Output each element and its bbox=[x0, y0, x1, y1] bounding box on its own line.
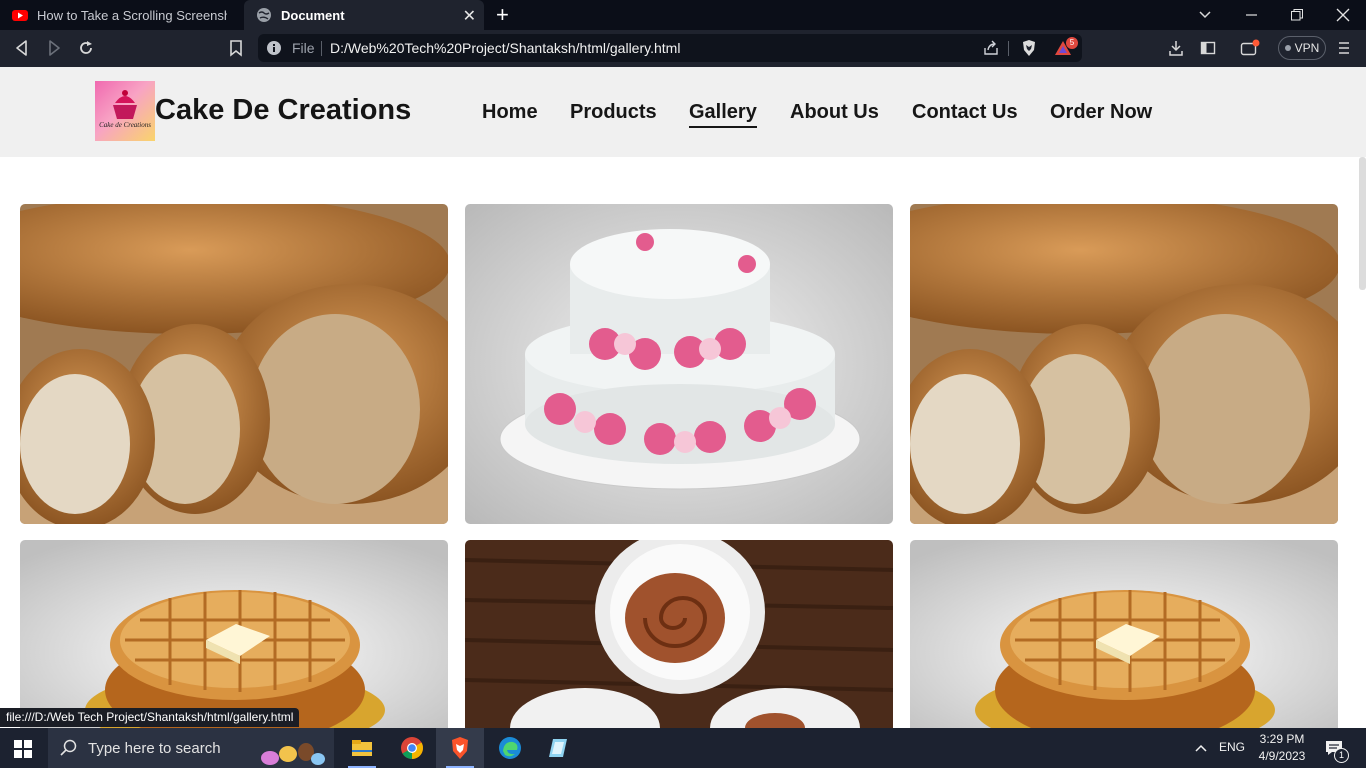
url-text[interactable]: D:/Web%20Tech%20Project/Shantaksh/html/g… bbox=[330, 40, 680, 56]
bread-photo bbox=[910, 204, 1338, 524]
new-tab-button[interactable]: + bbox=[496, 2, 509, 28]
show-hidden-icons-chevron-icon[interactable] bbox=[1195, 743, 1207, 753]
vpn-button[interactable]: VPN bbox=[1278, 36, 1326, 60]
vpn-status-dot bbox=[1284, 45, 1291, 51]
search-highlight-illustration-icon bbox=[261, 743, 325, 765]
gallery-image-bread[interactable] bbox=[910, 204, 1338, 524]
cupcake-logo[interactable]: Cake de Creations bbox=[95, 81, 155, 141]
sidebar-icon[interactable] bbox=[1200, 40, 1216, 56]
download-icon[interactable] bbox=[1168, 40, 1184, 56]
wallet-icon[interactable] bbox=[1240, 39, 1260, 57]
tab-title: How to Take a Scrolling Screenshot in bbox=[37, 7, 227, 23]
gallery-image-bread[interactable] bbox=[20, 204, 448, 524]
taskbar-edge[interactable] bbox=[486, 728, 534, 768]
nav-order-now[interactable]: Order Now bbox=[1050, 101, 1152, 124]
windows-start-icon[interactable] bbox=[14, 740, 32, 758]
gallery-image-waffles[interactable] bbox=[20, 540, 448, 728]
address-bar[interactable]: File D:/Web%20Tech%20Project/Shantaksh/h… bbox=[258, 34, 1082, 62]
brave-shields-icon[interactable] bbox=[1020, 39, 1038, 57]
tab-document[interactable]: Document ✕ bbox=[244, 0, 484, 30]
share-icon[interactable] bbox=[983, 40, 999, 56]
svg-text:Cake de Creations: Cake de Creations bbox=[99, 121, 151, 129]
cupcake-icon: Cake de Creations bbox=[99, 90, 151, 129]
waffles-photo bbox=[910, 540, 1338, 728]
browser-toolbar: File D:/Web%20Tech%20Project/Shantaksh/h… bbox=[0, 30, 1366, 67]
input-language[interactable]: ENG bbox=[1219, 740, 1245, 754]
forward-icon[interactable] bbox=[44, 38, 64, 58]
taskbar-chrome[interactable] bbox=[388, 728, 436, 768]
file-explorer-icon bbox=[352, 740, 372, 756]
youtube-icon bbox=[12, 10, 28, 21]
close-window-icon[interactable] bbox=[1336, 8, 1350, 22]
link-status-tooltip: file:///D:/Web Tech Project/Shantaksh/ht… bbox=[0, 708, 300, 727]
gallery-image-waffles[interactable] bbox=[910, 540, 1338, 728]
brand-name[interactable]: Cake De Creations bbox=[155, 94, 411, 127]
search-icon bbox=[60, 739, 77, 756]
bread-photo bbox=[20, 204, 448, 524]
nav-about-us[interactable]: About Us bbox=[790, 101, 879, 124]
scheme-label: File bbox=[292, 40, 315, 56]
gallery-image-rose-cake[interactable] bbox=[465, 204, 893, 524]
brave-icon bbox=[452, 737, 468, 759]
divider bbox=[1008, 41, 1009, 56]
clock-date: 4/9/2023 bbox=[1258, 749, 1306, 763]
rose-cake-photo bbox=[465, 204, 893, 524]
windows-taskbar: Type here to search ENG 3:29 PM 4/9/2023… bbox=[0, 728, 1366, 768]
nav-home[interactable]: Home bbox=[482, 101, 538, 124]
close-tab-icon[interactable]: ✕ bbox=[463, 6, 476, 26]
taskbar-clock[interactable]: 3:29 PM 4/9/2023 bbox=[1256, 731, 1308, 765]
nav-gallery[interactable]: Gallery bbox=[689, 101, 757, 128]
vpn-label: VPN bbox=[1294, 41, 1320, 55]
minimize-icon[interactable] bbox=[1245, 8, 1259, 22]
site-header: Cake de Creations Cake De Creations Home… bbox=[0, 67, 1366, 157]
nav-contact-us[interactable]: Contact Us bbox=[912, 101, 1018, 124]
cinnamon-rolls-photo bbox=[465, 540, 893, 728]
browser-tab-strip: How to Take a Scrolling Screenshot in Do… bbox=[0, 0, 1366, 30]
globe-icon bbox=[257, 8, 271, 22]
taskbar-file-explorer[interactable] bbox=[338, 728, 386, 768]
chrome-icon bbox=[401, 737, 423, 759]
divider bbox=[321, 41, 322, 56]
restore-icon[interactable] bbox=[1290, 8, 1304, 22]
notification-count-badge: 1 bbox=[1334, 748, 1349, 763]
taskbar-notepad[interactable] bbox=[534, 728, 582, 768]
search-placeholder: Type here to search bbox=[88, 740, 221, 757]
tab-title: Document bbox=[281, 7, 345, 23]
clock-time: 3:29 PM bbox=[1259, 732, 1305, 746]
tab-youtube[interactable]: How to Take a Scrolling Screenshot in bbox=[0, 0, 240, 30]
site-info-icon[interactable] bbox=[266, 40, 282, 56]
taskbar-search-box[interactable]: Type here to search bbox=[48, 728, 334, 768]
menu-icon[interactable] bbox=[1337, 41, 1351, 55]
edge-icon bbox=[499, 737, 521, 759]
tab-search-chevron-icon[interactable] bbox=[1198, 8, 1212, 22]
nav-products[interactable]: Products bbox=[570, 101, 657, 124]
bookmark-icon[interactable] bbox=[226, 38, 246, 58]
reload-icon[interactable] bbox=[76, 38, 96, 58]
notepad-icon bbox=[549, 739, 567, 757]
gallery-image-cinnamon-rolls[interactable] bbox=[465, 540, 893, 728]
rewards-badge: 5 bbox=[1066, 37, 1078, 49]
back-icon[interactable] bbox=[12, 38, 32, 58]
taskbar-brave[interactable] bbox=[436, 728, 484, 768]
scrollbar-thumb[interactable] bbox=[1359, 157, 1366, 290]
waffles-photo bbox=[20, 540, 448, 728]
